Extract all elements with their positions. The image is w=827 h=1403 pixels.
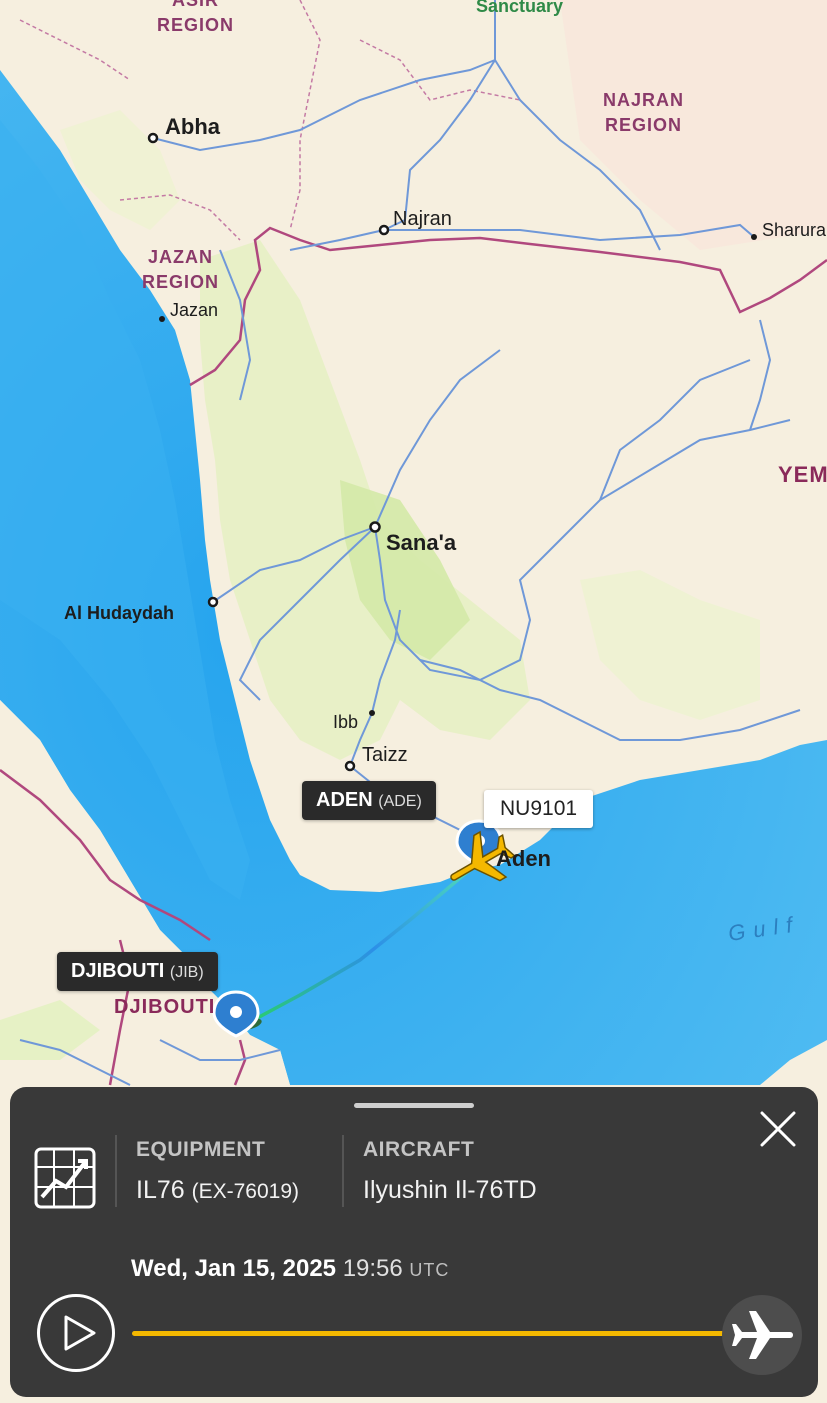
playback-scrub-handle[interactable] (722, 1295, 802, 1375)
aircraft-label: AIRCRAFT (363, 1138, 475, 1161)
equipment-registration: (EX-76019) (191, 1180, 300, 1203)
flight-callsign-tag[interactable]: NU9101 (484, 790, 594, 828)
flight-info-panel: EQUIPMENT IL76 (EX-76019) AIRCRAFT Ilyus… (10, 1087, 818, 1397)
country-label-yemen: YEM (778, 462, 827, 487)
city-label-taizz: Taizz (362, 744, 408, 766)
divider (342, 1135, 344, 1207)
close-icon (760, 1111, 796, 1147)
playback-timezone: UTC (409, 1260, 450, 1280)
city-label-najran: Najran (393, 208, 452, 230)
region-label-najran: NAJRAN REGION (603, 90, 685, 135)
airplane-icon (732, 1311, 793, 1359)
play-button[interactable] (37, 1294, 115, 1372)
city-label-sanaa: Sana'a (386, 530, 457, 555)
region-label-asir: ASIR REGION (157, 0, 235, 35)
equipment-value: IL76 (EX-76019) (136, 1176, 299, 1205)
equipment-label: EQUIPMENT (136, 1138, 266, 1161)
city-label-sanctuary: Sanctuary (476, 0, 564, 16)
city-label-abha: Abha (165, 114, 220, 139)
country-label-djibouti: DJIBOUTI (114, 996, 216, 1018)
destination-airport-tag[interactable]: ADEN (ADE) (302, 781, 436, 820)
destination-airport-name: ADEN (316, 789, 373, 811)
aircraft-model: Ilyushin Il-76TD (363, 1176, 537, 1204)
panel-grabber[interactable] (354, 1103, 474, 1108)
city-label-al-hudaydah: Al Hudaydah (64, 603, 175, 623)
playback-date: Wed, Jan 15, 2025 (131, 1255, 337, 1282)
divider (115, 1135, 117, 1207)
flight-chart-icon (34, 1147, 96, 1209)
region-label-jazan: JAZAN REGION (142, 247, 220, 292)
playback-timestamp: Wed, Jan 15, 2025 19:56 UTC (131, 1255, 449, 1283)
destination-airport-code: (ADE) (378, 793, 422, 810)
city-label-sharura: Sharura (762, 220, 827, 240)
origin-airport-code: (JIB) (169, 964, 204, 981)
city-label-ibb: Ibb (333, 712, 359, 732)
origin-airport-name: DJIBOUTI (71, 960, 165, 982)
equipment-type: IL76 (136, 1176, 185, 1204)
origin-airport-tag[interactable]: DJIBOUTI (JIB) (57, 952, 218, 991)
playback-time: 19:56 (342, 1255, 403, 1282)
playback-progress-bar[interactable] (132, 1331, 752, 1336)
close-button[interactable] (756, 1107, 800, 1151)
play-icon (64, 1315, 96, 1351)
city-label-jazan: Jazan (170, 300, 219, 320)
city-label-aden: Aden (496, 846, 551, 871)
